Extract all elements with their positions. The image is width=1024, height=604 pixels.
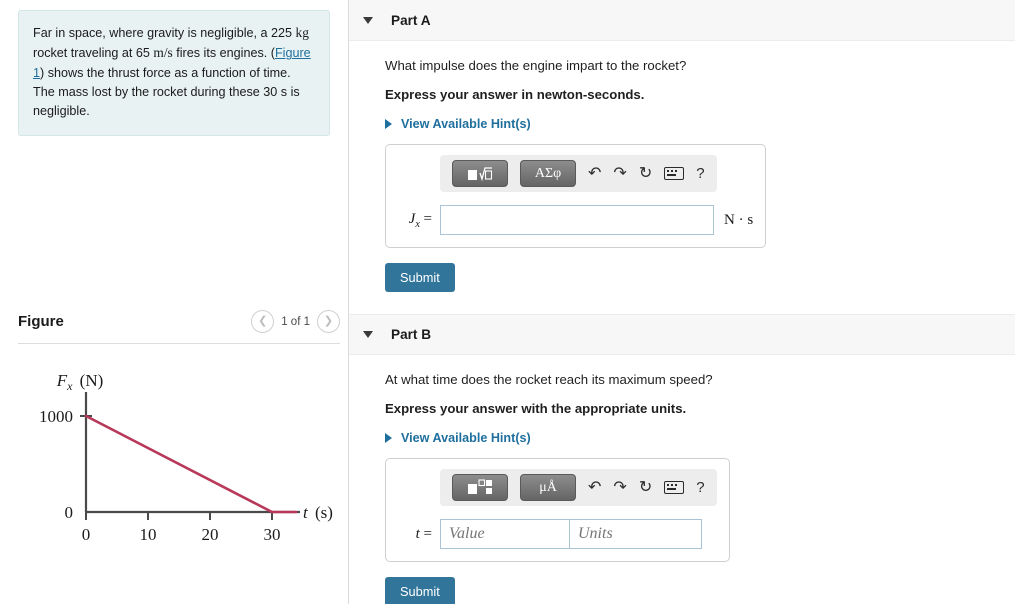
part-a-instruction: Express your answer in newton-seconds.	[385, 87, 645, 102]
figure-block: Figure ❮ 1 of 1 ❯ Fx (N) 1000 0 0 10 20 …	[18, 310, 340, 555]
redo-arrow-icon[interactable]: ↷	[613, 479, 626, 496]
chevron-left-icon[interactable]: ❮	[251, 310, 275, 333]
part-b-body: At what time does the rocket reach its m…	[349, 355, 1024, 604]
variable-t: t	[415, 525, 420, 542]
help-icon[interactable]: ?	[696, 480, 704, 495]
part-b-hints-toggle[interactable]: View Available Hint(s)	[385, 431, 1024, 445]
problem-text-1: Far in space, where gravity is negligibl…	[33, 26, 296, 40]
chart-svg: Fx (N) 1000 0 0 10 20 30 t (s)	[39, 371, 333, 544]
part-a-body: What impulse does the engine impart to t…	[349, 41, 1024, 314]
part-a-unit-label: N · s	[724, 211, 754, 228]
part-b-title: Part B	[391, 327, 432, 342]
part-a-answer-input[interactable]	[440, 205, 714, 235]
keyboard-icon[interactable]	[664, 167, 685, 180]
x-axis-label: t (s)	[303, 503, 333, 522]
part-b-variable-label: t =	[398, 526, 432, 543]
part-b-answer-box: μÅ ↶ ↷ ↻ ? t =	[385, 458, 730, 562]
chevron-right-icon	[385, 433, 392, 443]
units-button[interactable]: μÅ	[520, 474, 576, 501]
figure-title: Figure	[18, 313, 64, 330]
part-b-header[interactable]: Part B	[349, 314, 1015, 355]
problem-unit-kg: kg	[295, 25, 309, 40]
x-tick-label-10: 10	[140, 525, 157, 544]
part-a-submit-button[interactable]: Submit	[385, 263, 455, 292]
part-a-hints-label: View Available Hint(s)	[401, 117, 531, 131]
part-b-submit-button[interactable]: Submit	[385, 577, 455, 604]
greek-symbols-button[interactable]: ΑΣφ	[520, 160, 576, 187]
part-b-input-row: t =	[398, 519, 717, 549]
undo-arrow-icon[interactable]: ↶	[588, 479, 601, 496]
undo-arrow-icon[interactable]: ↶	[588, 165, 601, 182]
x-tick-label-30: 30	[264, 525, 281, 544]
chevron-right-icon	[385, 119, 392, 129]
help-icon[interactable]: ?	[696, 166, 704, 181]
y-axis-label: Fx (N)	[56, 371, 104, 393]
chevron-right-icon[interactable]: ❯	[317, 310, 340, 333]
template-boxes-glyph	[468, 479, 492, 494]
part-a-hints-toggle[interactable]: View Available Hint(s)	[385, 117, 1024, 131]
right-panel: Part A What impulse does the engine impa…	[349, 0, 1024, 604]
problem-unit-ms: m/s	[153, 45, 173, 61]
part-b-hints-label: View Available Hint(s)	[401, 431, 531, 445]
part-b-math-toolbar: μÅ ↶ ↷ ↻ ?	[440, 469, 717, 506]
keyboard-icon[interactable]	[664, 481, 685, 494]
part-a-answer-box: ΑΣφ ↶ ↷ ↻ ? Jx = N · s	[385, 144, 767, 248]
figure-navigation: ❮ 1 of 1 ❯	[251, 310, 340, 333]
reset-circle-icon[interactable]: ↻	[639, 479, 652, 496]
equals-sign: =	[423, 525, 432, 542]
collapse-caret-icon[interactable]	[363, 16, 373, 24]
equals-sign: =	[423, 210, 432, 227]
problem-page: Far in space, where gravity is negligibl…	[0, 0, 1024, 604]
reset-circle-icon[interactable]: ↻	[639, 165, 652, 182]
template-math-glyph	[468, 166, 493, 181]
variable-subscript: x	[415, 218, 420, 230]
thrust-line-series	[84, 414, 298, 514]
thrust-force-chart: Fx (N) 1000 0 0 10 20 30 t (s)	[18, 360, 340, 555]
y-tick-label-1000: 1000	[39, 407, 73, 426]
figure-header: Figure ❮ 1 of 1 ❯	[18, 310, 340, 344]
part-a-variable-label: Jx =	[398, 211, 432, 230]
problem-text-4: ) shows the thrust force as a function o…	[33, 65, 300, 119]
problem-text-2: rocket traveling at 65	[33, 46, 154, 61]
part-b-question: At what time does the rocket reach its m…	[385, 372, 713, 387]
x-tick-label-0: 0	[82, 525, 91, 544]
part-a-title: Part A	[391, 12, 431, 28]
part-a-question: What impulse does the engine impart to t…	[385, 58, 687, 73]
problem-statement: Far in space, where gravity is negligibl…	[18, 10, 330, 137]
figure-counter: 1 of 1	[281, 315, 310, 328]
problem-text-3: fires its engines. (	[172, 46, 275, 61]
template-boxes-icon[interactable]	[452, 474, 508, 501]
part-a-header[interactable]: Part A	[349, 0, 1015, 41]
y-tick-label-0: 0	[65, 503, 74, 522]
part-b-instruction: Express your answer with the appropriate…	[385, 401, 687, 416]
template-math-icon[interactable]	[452, 160, 508, 187]
part-b-units-input[interactable]	[570, 519, 702, 549]
collapse-caret-icon[interactable]	[363, 331, 373, 338]
part-b-value-input[interactable]	[440, 519, 570, 549]
x-tick-label-20: 20	[202, 525, 219, 544]
redo-arrow-icon[interactable]: ↷	[613, 165, 626, 182]
left-panel: Far in space, where gravity is negligibl…	[0, 0, 349, 604]
part-a-math-toolbar: ΑΣφ ↶ ↷ ↻ ?	[440, 155, 717, 192]
part-a-input-row: Jx = N · s	[398, 205, 753, 235]
